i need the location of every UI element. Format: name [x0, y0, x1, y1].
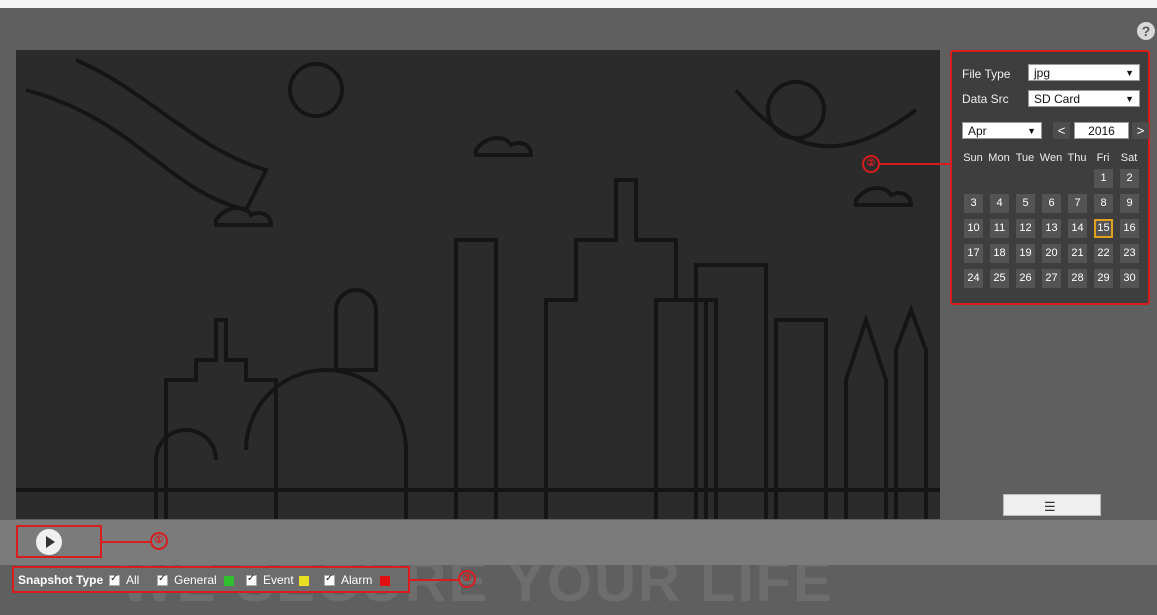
snapshot-viewer	[16, 50, 940, 519]
calendar-day[interactable]: 19	[1016, 244, 1035, 263]
calendar-day[interactable]: 3	[964, 194, 983, 213]
callout-line	[410, 579, 460, 581]
calendar-day[interactable]: 1	[1094, 169, 1113, 188]
weekday-label: Tue	[1015, 152, 1035, 164]
month-value: Apr	[968, 124, 987, 138]
control-bar	[0, 520, 1157, 565]
alarm-label: Alarm	[341, 573, 373, 587]
play-button[interactable]	[36, 529, 62, 555]
month-select[interactable]: Apr ▼	[962, 122, 1042, 139]
calendar-day[interactable]: 17	[964, 244, 983, 263]
calendar-day[interactable]: 12	[1016, 219, 1035, 238]
calendar-day[interactable]: 20	[1042, 244, 1061, 263]
calendar-day[interactable]: 10	[964, 219, 983, 238]
calendar-day[interactable]: 30	[1120, 269, 1139, 288]
general-checkbox[interactable]	[157, 573, 168, 586]
weekday-label: Sun	[963, 152, 983, 164]
calendar-day[interactable]: 8	[1094, 194, 1113, 213]
general-label: General	[174, 573, 217, 587]
calendar-day[interactable]: 2	[1120, 169, 1139, 188]
search-panel: File Type jpg ▼ Data Src SD Card ▼ Apr ▼…	[950, 50, 1150, 305]
calendar-day[interactable]: 21	[1068, 244, 1087, 263]
file-type-value: jpg	[1034, 66, 1051, 80]
calendar-day[interactable]: 6	[1042, 194, 1061, 213]
calendar-day[interactable]: 26	[1016, 269, 1035, 288]
general-color-swatch	[224, 576, 234, 586]
weekday-label: Mon	[988, 152, 1010, 164]
all-checkbox[interactable]	[109, 573, 120, 586]
help-icon[interactable]: ?	[1137, 22, 1155, 40]
callout-line	[880, 163, 950, 165]
data-src-label: Data Src	[962, 92, 1009, 106]
city-skyline-background	[16, 58, 940, 519]
all-label: All	[126, 573, 140, 587]
calendar-day[interactable]: 28	[1068, 269, 1087, 288]
data-src-select[interactable]: SD Card ▼	[1028, 90, 1140, 107]
calendar-day[interactable]: 18	[990, 244, 1009, 263]
calendar-day[interactable]: 29	[1094, 269, 1113, 288]
calendar-day[interactable]: 14	[1068, 219, 1087, 238]
event-color-swatch	[299, 576, 309, 586]
calendar-day[interactable]: 16	[1120, 219, 1139, 238]
calendar-day[interactable]: 11	[990, 219, 1009, 238]
callout-3: ③	[458, 570, 476, 588]
calendar-day[interactable]: 5	[1016, 194, 1035, 213]
dropdown-arrow-icon: ▼	[1125, 94, 1134, 104]
calendar-day[interactable]: 25	[990, 269, 1009, 288]
file-list-button[interactable]: ☰	[1003, 494, 1101, 516]
next-year-button[interactable]: >	[1132, 122, 1149, 139]
calendar-day[interactable]: 23	[1120, 244, 1139, 263]
calendar-day[interactable]: 9	[1120, 194, 1139, 213]
callout-2: ②	[862, 155, 880, 173]
event-checkbox[interactable]	[246, 573, 257, 586]
calendar-day[interactable]: 24	[964, 269, 983, 288]
calendar-day[interactable]: 13	[1042, 219, 1061, 238]
calendar-day[interactable]: 4	[990, 194, 1009, 213]
calendar-day[interactable]: 22	[1094, 244, 1113, 263]
weekday-label: Sat	[1120, 152, 1138, 164]
file-type-select[interactable]: jpg ▼	[1028, 64, 1140, 81]
event-label: Event	[263, 573, 294, 587]
snapshot-type-label: Snapshot Type	[18, 573, 104, 587]
callout-line	[102, 541, 152, 543]
dropdown-arrow-icon: ▼	[1027, 126, 1036, 136]
weekday-label: Wen	[1039, 152, 1063, 164]
dropdown-arrow-icon: ▼	[1125, 68, 1134, 78]
year-field[interactable]: 2016	[1074, 122, 1129, 139]
weekday-label: Fri	[1096, 152, 1110, 164]
prev-year-button[interactable]: <	[1053, 122, 1070, 139]
snapshot-type-bar: Snapshot Type All General Event Alarm	[12, 566, 410, 593]
calendar-day[interactable]: 27	[1042, 269, 1061, 288]
calendar-day[interactable]: 15	[1094, 219, 1113, 238]
file-type-label: File Type	[962, 67, 1011, 81]
alarm-checkbox[interactable]	[324, 573, 335, 586]
alarm-color-swatch	[380, 576, 390, 586]
weekday-label: Thu	[1067, 152, 1087, 164]
top-bar	[0, 0, 1157, 8]
list-icon: ☰	[1044, 499, 1056, 514]
calendar-day[interactable]: 7	[1068, 194, 1087, 213]
data-src-value: SD Card	[1034, 92, 1081, 106]
callout-1: ①	[150, 532, 168, 550]
